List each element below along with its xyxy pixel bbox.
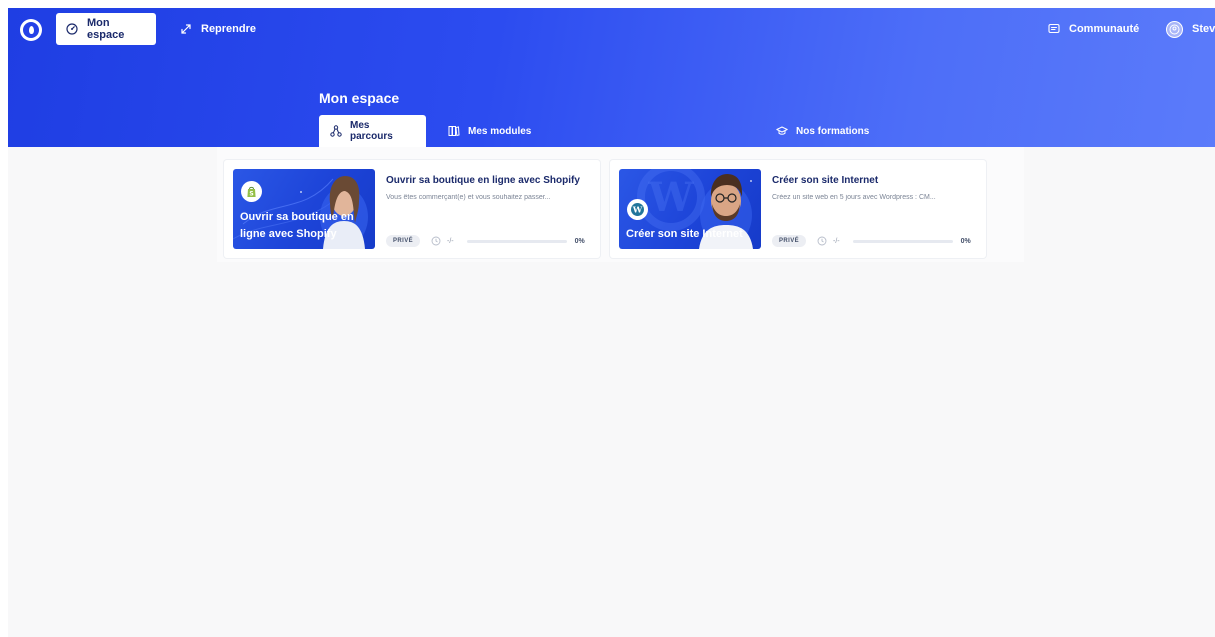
thumbnail-title: Ouvrir sa boutique en ligne avec Shopify bbox=[240, 211, 354, 240]
network-icon bbox=[330, 125, 342, 137]
tab-mes-modules[interactable]: Mes modules bbox=[437, 115, 542, 147]
svg-text:W: W bbox=[632, 206, 643, 216]
course-title[interactable]: Créer son site Internet bbox=[772, 175, 878, 186]
clock-icon bbox=[431, 236, 441, 246]
nav-communaute-button[interactable]: Communauté bbox=[1038, 13, 1149, 45]
nav-mon-espace-label: Mon espace bbox=[87, 17, 125, 41]
tab-mes-modules-label: Mes modules bbox=[468, 125, 532, 137]
progress-percent: 0% bbox=[574, 237, 585, 245]
tab-mes-parcours-label: Mes parcours bbox=[350, 120, 393, 142]
course-time: -/- bbox=[833, 237, 840, 245]
nav-mon-espace-button[interactable]: Mon espace bbox=[56, 13, 156, 45]
user-menu-button[interactable]: Steve bbox=[1156, 13, 1215, 45]
avatar bbox=[1166, 20, 1183, 38]
tab-mes-parcours[interactable]: Mes parcours bbox=[319, 115, 426, 147]
course-card-shopify[interactable]: S Ouvrir sa boutique en ligne avec Shopi… bbox=[224, 160, 600, 258]
header-hero: Mon espace Reprendre Communauté Steve Mo… bbox=[8, 8, 1215, 147]
course-footer: PRIVÉ -/- 0% bbox=[386, 234, 591, 248]
nav-communaute-label: Communauté bbox=[1069, 23, 1140, 35]
svg-text:W: W bbox=[648, 174, 695, 221]
visibility-badge: PRIVÉ bbox=[386, 235, 421, 247]
page-title: Mon espace bbox=[319, 90, 400, 106]
svg-text:S: S bbox=[249, 191, 253, 198]
gauge-icon bbox=[66, 23, 78, 35]
progress-bar bbox=[466, 239, 567, 243]
progress-percent: 0% bbox=[960, 237, 971, 245]
course-title[interactable]: Ouvrir sa boutique en ligne avec Shopify bbox=[386, 175, 580, 186]
app-logo-icon[interactable] bbox=[20, 19, 42, 41]
course-description: Vous êtes commerçant(e) et vous souhaite… bbox=[386, 194, 551, 201]
tab-nos-formations[interactable]: Nos formations bbox=[765, 115, 880, 147]
tab-nos-formations-label: Nos formations bbox=[796, 125, 870, 137]
message-icon bbox=[1048, 23, 1060, 35]
books-icon bbox=[448, 125, 460, 137]
shopify-bag-icon: S bbox=[241, 181, 262, 202]
graduation-cap-icon bbox=[776, 125, 788, 137]
visibility-badge: PRIVÉ bbox=[772, 235, 807, 247]
course-card-wordpress[interactable]: W W Créer son site Internet Créer son si… bbox=[610, 160, 986, 258]
user-name: Steve bbox=[1192, 23, 1215, 35]
thumbnail-title: Créer son site Internet bbox=[626, 228, 743, 240]
progress-bar bbox=[852, 239, 953, 243]
nav-reprendre-button[interactable]: Reprendre bbox=[170, 13, 266, 45]
course-footer: PRIVÉ -/- 0% bbox=[772, 234, 977, 248]
nav-reprendre-label: Reprendre bbox=[201, 23, 257, 35]
clock-icon bbox=[817, 236, 827, 246]
course-time: -/- bbox=[447, 237, 454, 245]
course-thumbnail: W W Créer son site Internet bbox=[619, 169, 761, 249]
course-thumbnail: S Ouvrir sa boutique en ligne avec Shopi… bbox=[233, 169, 375, 249]
course-description: Créez un site web en 5 jours avec Wordpr… bbox=[772, 194, 936, 201]
app-frame: Mon espace Reprendre Communauté Steve Mo… bbox=[8, 8, 1215, 637]
wordpress-icon: W bbox=[627, 199, 648, 220]
arrows-diagonal-icon bbox=[180, 23, 192, 35]
